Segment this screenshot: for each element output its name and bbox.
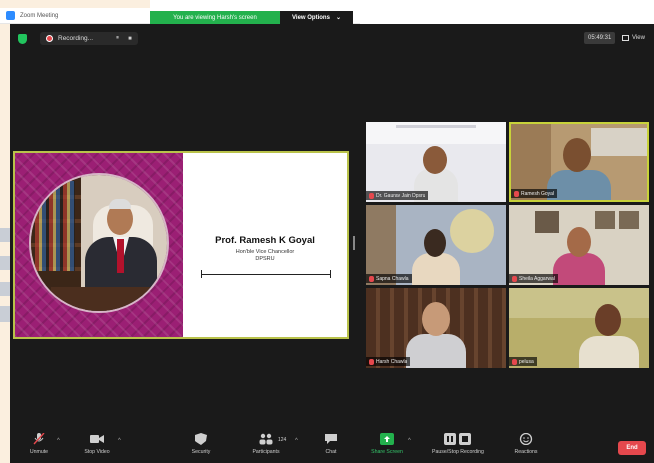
desk: [51, 287, 161, 311]
red-tie: [117, 239, 124, 273]
video-camera-icon: [90, 435, 104, 443]
video-tile[interactable]: Dr. Gaurav Jain Dpsru: [366, 122, 506, 202]
split-view-handle[interactable]: [353, 236, 355, 250]
participant-nameplate: Dr. Gaurav Jain Dpsru: [366, 191, 429, 200]
security-shield-icon[interactable]: [18, 34, 27, 44]
share-screen-label: Share Screen: [371, 449, 403, 455]
participant-name: Sapna Chawla: [376, 275, 409, 282]
zoom-app-icon: [6, 11, 15, 20]
meeting-timer: 05:49:31: [584, 32, 616, 44]
participants-count: 124: [278, 437, 287, 443]
share-screen-icon: [380, 433, 394, 445]
chevron-down-icon: ⌄: [335, 15, 341, 21]
end-meeting-button[interactable]: End: [618, 441, 646, 455]
view-options-button[interactable]: View Options ⌄: [280, 11, 353, 24]
record-icon: [46, 35, 53, 42]
pause-recording-icon[interactable]: ⏸: [116, 35, 119, 42]
shield-icon: [195, 433, 207, 445]
participants-icon: [259, 433, 273, 445]
video-options-caret[interactable]: ^: [118, 438, 121, 444]
muted-microphone-icon: [33, 433, 45, 445]
recording-indicator: Recording... ⏸ ■: [40, 32, 138, 45]
security-button[interactable]: Security: [173, 433, 229, 455]
participant-name: Dr. Gaurav Jain Dpsru: [376, 192, 426, 199]
participant-nameplate: Ramesh Goyal: [511, 189, 558, 198]
share-banner: You are viewing Harsh's screen View Opti…: [150, 11, 353, 24]
chat-label: Chat: [325, 449, 337, 455]
participant-name: Ramesh Goyal: [521, 190, 555, 197]
muted-mic-icon: [512, 358, 517, 365]
view-label: View: [632, 35, 645, 41]
muted-mic-icon: [369, 192, 374, 199]
recording-label: Recording...: [58, 35, 94, 42]
reactions-label: Reactions: [514, 449, 538, 455]
rule-end-mark: [201, 270, 202, 278]
pause-stop-recording-icon: [444, 433, 471, 445]
viewing-screen-status: You are viewing Harsh's screen: [150, 11, 280, 24]
slide-text-panel: Prof. Ramesh K Goyal Hon'ble Vice Chance…: [183, 153, 347, 337]
pause-stop-recording-label: Pause/Stop Recording: [432, 449, 484, 455]
muted-mic-icon: [369, 358, 374, 365]
muted-mic-icon: [512, 275, 517, 282]
unmute-button[interactable]: Unmute: [11, 433, 67, 455]
view-options-label: View Options: [292, 14, 330, 21]
slide-pattern-panel: [15, 153, 183, 337]
reactions-smiley-icon: [519, 433, 533, 445]
pause-stop-recording-button[interactable]: Pause/Stop Recording: [430, 433, 486, 455]
chat-bubble-icon: [325, 434, 337, 444]
shared-screen-slide: Prof. Ramesh K Goyal Hon'ble Vice Chance…: [13, 151, 349, 339]
muted-mic-icon: [514, 190, 519, 197]
speaker-role-title: Hon'ble Vice Chancellor: [235, 249, 295, 255]
speaker-name: Prof. Ramesh K Goyal: [215, 235, 315, 246]
window-title: Zoom Meeting: [20, 12, 59, 19]
meeting-toolbar: Unmute ^ Stop Video ^ Security Participa…: [10, 427, 654, 463]
participants-options-caret[interactable]: ^: [295, 438, 298, 444]
rule-end-mark: [330, 270, 331, 278]
stop-recording-icon[interactable]: ■: [128, 36, 132, 42]
participant-gallery: Dr. Gaurav Jain Dpsru Ramesh Goyal Sapna…: [366, 122, 651, 368]
decorative-rule: [201, 274, 331, 275]
speaker-role-org: DPSRU: [255, 256, 275, 262]
meeting-window: Recording... ⏸ ■ 05:49:31 View Prof. Ram…: [10, 24, 654, 463]
participant-name: Harsh Chawla: [376, 358, 408, 365]
audio-options-caret[interactable]: ^: [57, 438, 60, 444]
share-options-caret[interactable]: ^: [408, 438, 411, 444]
stop-video-label: Stop Video: [84, 449, 110, 455]
participant-name: pelusa: [519, 358, 534, 365]
participant-nameplate: Sheila Aggarwal: [509, 274, 558, 283]
muted-mic-icon: [369, 275, 374, 282]
participant-nameplate: pelusa: [509, 357, 537, 366]
video-tile[interactable]: Sapna Chawla: [366, 205, 506, 285]
chat-button[interactable]: Chat: [303, 433, 359, 455]
grid-view-icon: [622, 35, 629, 41]
speaker-role: Hon'ble Vice Chancellor DPSRU: [183, 249, 347, 263]
stop-video-button[interactable]: Stop Video: [69, 433, 125, 455]
participants-label: Participants: [252, 449, 280, 455]
view-button[interactable]: View: [622, 32, 645, 44]
participant-nameplate: Harsh Chawla: [366, 357, 411, 366]
participant-name: Sheila Aggarwal: [519, 275, 555, 282]
video-tile[interactable]: Sheila Aggarwal: [509, 205, 649, 285]
unmute-label: Unmute: [29, 449, 49, 455]
security-label: Security: [191, 449, 211, 455]
participant-nameplate: Sapna Chawla: [366, 274, 412, 283]
video-tile-active-speaker[interactable]: Ramesh Goyal: [509, 122, 649, 202]
share-screen-button[interactable]: Share Screen: [359, 433, 415, 455]
video-tile[interactable]: pelusa: [509, 288, 649, 368]
screen: Zoom Meeting You are viewing Harsh's scr…: [0, 0, 654, 463]
speaker-portrait: [29, 173, 169, 313]
meeting-topbar: Recording... ⏸ ■ 05:49:31 View: [10, 24, 654, 52]
reactions-button[interactable]: Reactions: [498, 433, 554, 455]
video-tile[interactable]: Harsh Chawla: [366, 288, 506, 368]
